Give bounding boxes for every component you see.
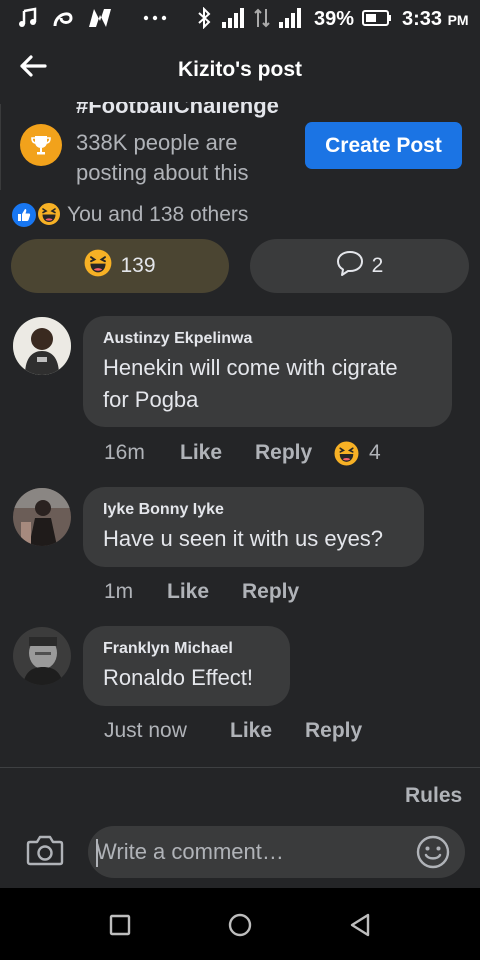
reply-link[interactable]: Reply	[242, 580, 299, 604]
haha-reaction-icon	[37, 202, 61, 226]
challenge-description: 338K people are posting about this	[76, 130, 249, 185]
reaction-icons[interactable]	[11, 202, 63, 228]
comment-time: 16m	[104, 441, 145, 464]
clock: 3:33 PM	[402, 8, 469, 31]
header: Kizito's post	[0, 38, 480, 102]
comment-bubble[interactable]: Austinzy Ekpelinwa Henekin will come wit…	[83, 316, 452, 427]
comment-author[interactable]: Franklyn Michael	[103, 640, 233, 658]
comment-text-line: Henekin will come with cigrate	[103, 355, 398, 380]
comment-count: 2	[371, 254, 384, 277]
rules-link[interactable]: Rules	[405, 784, 462, 808]
challenge-hashtag: #FootballChallenge	[76, 102, 279, 118]
page-title: Kizito's post	[178, 58, 302, 81]
back-arrow-icon[interactable]	[18, 54, 54, 82]
comment-author[interactable]: Austinzy Ekpelinwa	[103, 330, 252, 348]
system-navbar	[0, 888, 480, 960]
comment-text: Ronaldo Effect!	[103, 665, 254, 690]
more-dots-icon	[142, 6, 168, 30]
home-circle-icon[interactable]	[225, 910, 255, 940]
emoji-icon[interactable]	[415, 834, 451, 870]
comment-bubble[interactable]: Franklyn Michael Ronaldo Effect!	[83, 626, 290, 706]
comment-bubble[interactable]: Iyke Bonny Iyke Have u seen it with us e…	[83, 487, 424, 567]
comment-count-button[interactable]: 2	[250, 239, 469, 293]
reaction-summary[interactable]: You and 138 others	[67, 203, 248, 227]
camera-icon[interactable]	[26, 834, 66, 870]
recents-square-icon[interactable]	[105, 910, 135, 940]
challenge-hashtag-clip: #FootballChallenge	[76, 102, 316, 122]
reply-link[interactable]: Reply	[305, 719, 362, 743]
status-bar: 39% 3:33 PM	[0, 0, 480, 38]
avatar[interactable]	[13, 627, 71, 685]
comment-composer[interactable]	[88, 826, 465, 878]
avatar[interactable]	[13, 317, 71, 375]
comment-author[interactable]: Iyke Bonny Iyke	[103, 501, 224, 519]
back-triangle-icon[interactable]	[345, 910, 375, 940]
comment-reaction-count: 4	[369, 441, 381, 464]
battery-icon	[362, 6, 392, 30]
comment-time: 1m	[104, 580, 134, 603]
text-caret	[96, 839, 98, 867]
comment-time: Just now	[104, 719, 187, 742]
haha-icon[interactable]	[334, 441, 360, 467]
divider	[0, 104, 1, 190]
comment-text: Have u seen it with us eyes?	[103, 526, 384, 551]
n-app-icon	[86, 6, 114, 30]
reply-link[interactable]: Reply	[255, 441, 312, 465]
haha-icon	[84, 249, 112, 283]
comment-text-line: for Pogba	[103, 387, 199, 412]
avatar[interactable]	[13, 488, 71, 546]
signal-bars-icon	[220, 6, 246, 30]
music-note-icon	[16, 6, 40, 30]
comment-bubble-icon	[336, 250, 364, 282]
clock-ampm: PM	[447, 12, 469, 28]
signal-bars-icon	[276, 6, 304, 30]
haha-reaction-button[interactable]: 139	[11, 239, 229, 293]
divider	[0, 767, 480, 768]
like-link[interactable]: Like	[230, 719, 272, 743]
like-link[interactable]: Like	[180, 441, 222, 465]
haha-count: 139	[120, 254, 156, 277]
like-reaction-icon	[11, 202, 37, 228]
bluetooth-icon	[194, 6, 214, 30]
signal-swirl-icon	[50, 6, 76, 30]
trophy-icon	[20, 124, 62, 166]
data-arrows-icon	[252, 6, 272, 30]
like-link[interactable]: Like	[167, 580, 209, 604]
comment-text: Henekin will come with cigrate for Pogba	[103, 352, 443, 416]
comment-input[interactable]	[96, 826, 396, 878]
create-post-button[interactable]: Create Post	[305, 122, 462, 169]
clock-time: 3:33	[402, 8, 443, 30]
battery-percent: 39%	[314, 8, 355, 30]
